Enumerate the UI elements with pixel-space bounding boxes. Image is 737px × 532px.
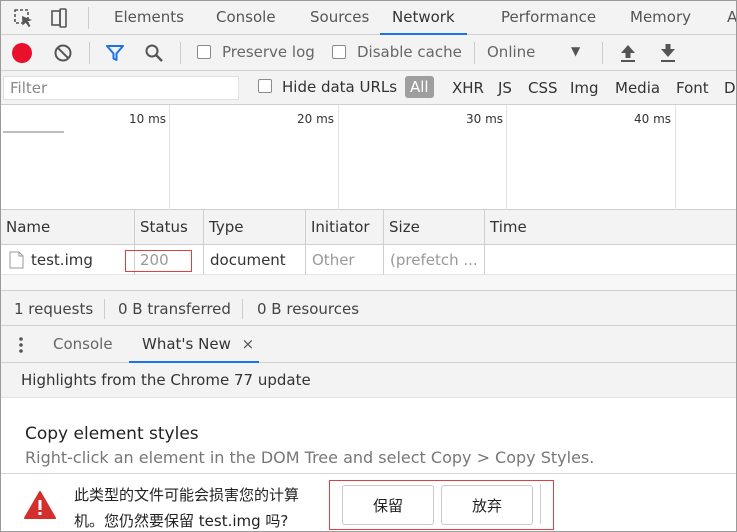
column-header-status[interactable]: Status: [135, 210, 204, 245]
toolbar-divider: [89, 42, 90, 64]
devtools-tab-bar: Elements Console Sources Network Perform…: [1, 1, 736, 35]
summary-bar: 1 requests 0 B transferred 0 B resources: [1, 290, 736, 326]
column-header-name[interactable]: Name: [1, 210, 135, 245]
filter-icon[interactable]: [105, 43, 125, 67]
request-initiator: Other: [306, 245, 384, 275]
overview-gridline: [675, 105, 676, 210]
drawer-tab-console[interactable]: Console: [53, 326, 113, 363]
filter-type-img[interactable]: Img: [570, 79, 599, 97]
document-icon: [9, 251, 24, 273]
download-buttons-highlight-box: [329, 480, 554, 530]
feature-title: Copy element styles: [25, 424, 199, 444]
whats-new-highlights: Highlights from the Chrome 77 update: [1, 363, 736, 398]
more-options-icon[interactable]: [16, 335, 26, 359]
overview-gridline: [338, 105, 339, 210]
summary-resources: 0 B resources: [257, 300, 360, 318]
filter-input[interactable]: [4, 77, 238, 99]
hide-data-urls-label: Hide data URLs: [282, 78, 398, 96]
toolbar-divider: [474, 42, 475, 64]
column-header-type[interactable]: Type: [204, 210, 306, 245]
column-header-time[interactable]: Time: [485, 210, 736, 245]
drawer-tab-bar: Console What's New ×: [1, 326, 736, 363]
tab-console[interactable]: Console: [216, 1, 276, 35]
filter-field: [3, 76, 239, 100]
toolbar-divider: [180, 42, 181, 64]
disable-cache-checkbox[interactable]: [332, 45, 346, 59]
summary-divider: [104, 299, 105, 319]
summary-requests: 1 requests: [14, 300, 94, 318]
tab-elements[interactable]: Elements: [114, 1, 184, 35]
preserve-log-checkbox[interactable]: [197, 45, 211, 59]
filter-type-doc[interactable]: D: [724, 79, 736, 97]
feature-description: Right-click an element in the DOM Tree a…: [25, 448, 595, 467]
download-warning-line2: 机。您仍然要保留 test.img 吗?: [74, 512, 289, 530]
column-header-initiator[interactable]: Initiator: [306, 210, 384, 245]
filter-type-css[interactable]: CSS: [528, 79, 558, 97]
tab-more[interactable]: A: [727, 1, 736, 35]
overview-gridline: [169, 105, 170, 210]
search-icon[interactable]: [144, 43, 164, 67]
summary-transferred: 0 B transferred: [118, 300, 231, 318]
overview-activity-bar: [3, 131, 64, 133]
filter-type-media[interactable]: Media: [615, 79, 660, 97]
filter-type-xhr[interactable]: XHR: [452, 79, 484, 97]
chevron-down-icon[interactable]: ▼: [571, 44, 580, 58]
overview-tick-label: 40 ms: [634, 112, 672, 126]
requests-table: Name Status Type Initiator Size Time tes…: [1, 210, 736, 290]
tab-performance[interactable]: Performance: [501, 1, 596, 35]
preserve-log-label: Preserve log: [222, 43, 315, 61]
export-har-icon[interactable]: [659, 43, 677, 67]
table-header: Name Status Type Initiator Size Time: [1, 210, 736, 245]
status-highlight-box: [125, 250, 192, 272]
table-empty-area: [1, 275, 736, 290]
filter-bar: Hide data URLs All XHR JS CSS Img Media …: [1, 71, 736, 105]
tab-memory[interactable]: Memory: [630, 1, 691, 35]
clear-icon[interactable]: [53, 43, 73, 67]
tab-sources[interactable]: Sources: [310, 1, 369, 35]
drawer-tab-whats-new-label: What's New: [142, 335, 231, 353]
toolbar-divider: [88, 7, 89, 29]
warning-icon: [23, 490, 57, 524]
filter-type-all[interactable]: All: [405, 76, 434, 98]
inspect-element-icon[interactable]: [13, 8, 35, 28]
filter-type-js[interactable]: JS: [498, 79, 512, 97]
summary-divider: [242, 299, 243, 319]
import-har-icon[interactable]: [619, 43, 637, 67]
overview-tick-label: 30 ms: [466, 112, 504, 126]
request-name[interactable]: test.img: [31, 245, 135, 275]
column-header-size[interactable]: Size: [384, 210, 485, 245]
overview-tick-label: 20 ms: [297, 112, 335, 126]
request-type: document: [204, 245, 306, 275]
request-size: (prefetch ...: [384, 245, 485, 275]
request-time: [485, 245, 736, 275]
network-overview[interactable]: 10 ms 20 ms 30 ms 40 ms: [1, 105, 736, 210]
network-toolbar: Preserve log Disable cache Online ▼: [1, 35, 736, 71]
toolbar-divider: [602, 42, 603, 64]
table-row[interactable]: test.img 200 document Other (prefetch ..…: [1, 245, 736, 275]
record-button[interactable]: [12, 43, 32, 63]
overview-tick-label: 10 ms: [129, 112, 167, 126]
hide-data-urls-checkbox[interactable]: [258, 79, 272, 93]
close-icon[interactable]: ×: [242, 335, 255, 353]
disable-cache-label: Disable cache: [357, 43, 462, 61]
overview-gridline: [506, 105, 507, 210]
tab-network[interactable]: Network: [380, 1, 467, 35]
filter-type-font[interactable]: Font: [676, 79, 709, 97]
device-toolbar-icon[interactable]: [48, 8, 70, 28]
throttling-select[interactable]: Online: [487, 43, 535, 61]
drawer-tab-whats-new[interactable]: What's New ×: [129, 326, 259, 363]
devtools-window: Elements Console Sources Network Perform…: [0, 0, 737, 532]
download-warning-line1: 此类型的文件可能会损害您的计算: [74, 486, 300, 504]
